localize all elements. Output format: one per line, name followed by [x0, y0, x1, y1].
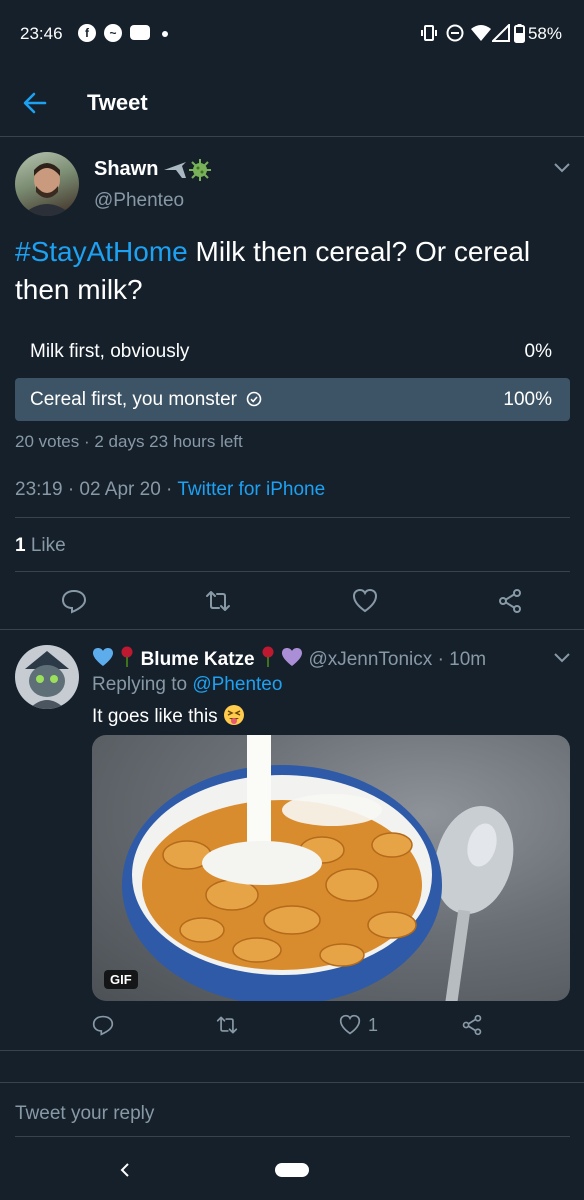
poll-option-cereal-first: Cereal first, you monster 100% [15, 378, 570, 421]
replying-to-prefix: Replying to [92, 674, 193, 695]
reply-author-handle[interactable]: @xJennTonicx [308, 649, 432, 670]
like-icon[interactable] [339, 1014, 361, 1036]
signal-icon [492, 24, 510, 42]
tweet-timestamp: 23:19 · 02 Apr 20 · [15, 479, 178, 500]
like-icon[interactable] [352, 588, 378, 614]
retweet-icon[interactable] [205, 588, 231, 614]
vibrate-icon [420, 24, 438, 42]
battery-percent: 58% [527, 24, 562, 43]
tweet-text: #StayAtHome Milk then cereal? Or cereal … [15, 233, 575, 309]
share-icon[interactable] [497, 588, 523, 614]
tweet-meta: 23:19 · 02 Apr 20 · Twitter for iPhone [15, 479, 325, 501]
hashtag-link[interactable]: #StayAtHome [15, 236, 188, 267]
virus-icon [188, 158, 212, 182]
airplane-icon [162, 158, 188, 182]
divider [15, 1136, 570, 1137]
divider [15, 571, 570, 572]
reply-icon[interactable] [61, 588, 87, 614]
nav-back-icon[interactable] [119, 1162, 131, 1178]
status-bar: 23:46 f ~ 58% [0, 0, 584, 70]
author-handle[interactable]: @Phenteo [94, 190, 184, 212]
chevron-down-icon[interactable] [553, 162, 571, 174]
squinting-tongue-emoji-icon [223, 704, 245, 726]
author-avatar[interactable] [15, 152, 79, 216]
divider [15, 517, 570, 518]
reply-body: It goes like this [92, 706, 218, 727]
facebook-icon: f [78, 24, 96, 42]
rose-icon [260, 646, 276, 668]
reply-author-avatar[interactable] [15, 645, 79, 709]
poll-option-percent: 0% [524, 341, 552, 362]
gif-badge: GIF [104, 970, 138, 989]
page-title: Tweet [87, 90, 148, 115]
reply-icon[interactable] [92, 1014, 114, 1036]
messenger-icon: ~ [104, 24, 122, 42]
nav-home-pill[interactable] [275, 1163, 309, 1177]
purple-heart-icon [281, 647, 303, 667]
poll-option-percent: 100% [503, 389, 552, 410]
share-icon[interactable] [461, 1014, 483, 1036]
tweet-source-link[interactable]: Twitter for iPhone [177, 479, 325, 500]
replying-to-handle[interactable]: @Phenteo [192, 674, 282, 695]
poll-option-milk-first: Milk first, obviously 0% [15, 330, 570, 373]
reply-like-count: 1 [368, 1015, 379, 1035]
status-time: 23:46 [20, 24, 63, 43]
reply-header: Blume Katze @xJennTonicx · 10m [92, 646, 486, 671]
replying-to: Replying to @Phenteo [92, 674, 282, 696]
poll-option-label: Milk first, obviously [30, 341, 190, 362]
chevron-down-icon[interactable] [553, 652, 571, 664]
likes-count: 1 [15, 535, 26, 556]
gif-media[interactable]: GIF [92, 735, 570, 1001]
author-name[interactable]: Shawn [94, 158, 158, 181]
reply-text: It goes like this [92, 704, 245, 728]
poll-option-label: Cereal first, you monster [30, 389, 262, 411]
reply-age: · 10m [437, 649, 487, 670]
divider [0, 629, 584, 630]
likes-summary[interactable]: 1 Like [15, 535, 66, 557]
check-circle-icon [246, 391, 262, 407]
reply-composer-input[interactable]: Tweet your reply [15, 1103, 154, 1125]
retweet-icon[interactable] [216, 1014, 238, 1036]
blue-heart-icon [92, 647, 114, 667]
top-app-bar: Tweet [0, 70, 584, 137]
reply-author-name[interactable]: Blume Katze [141, 649, 255, 670]
likes-label: Like [30, 535, 66, 556]
battery-icon [514, 24, 525, 43]
divider [0, 1050, 584, 1051]
youtube-icon [130, 25, 150, 40]
notification-dot-icon [162, 31, 168, 37]
do-not-disturb-icon [446, 24, 464, 42]
wifi-icon [470, 24, 492, 42]
rose-icon [119, 646, 135, 668]
poll-summary: 20 votes · 2 days 23 hours left [15, 432, 243, 451]
back-arrow-icon[interactable] [22, 90, 48, 116]
divider [0, 1082, 584, 1083]
poll-option-text: Cereal first, you monster [30, 389, 237, 410]
